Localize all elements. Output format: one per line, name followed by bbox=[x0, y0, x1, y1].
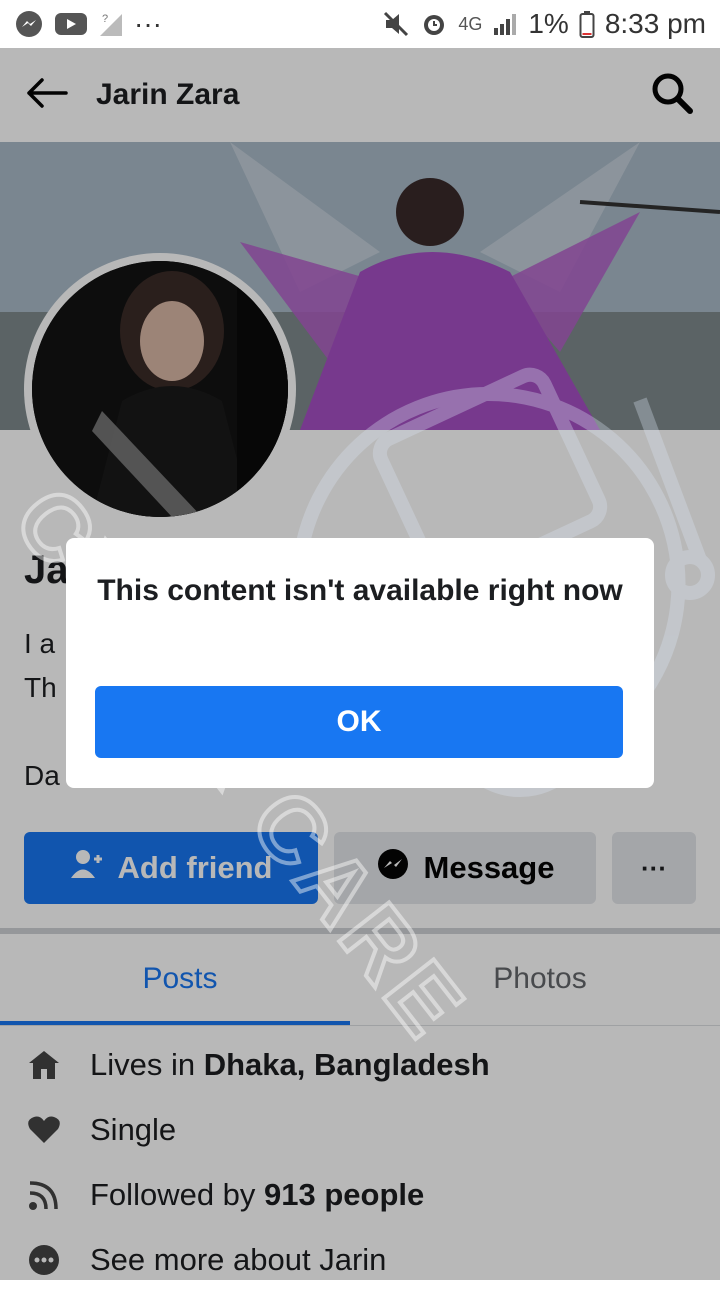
status-bar: ? ··· 4G 1% 8:33 pm bbox=[0, 0, 720, 48]
content-unavailable-dialog: This content isn't available right now O… bbox=[66, 538, 654, 788]
clock: 8:33 pm bbox=[604, 8, 706, 39]
status-right: 4G 1% 8:33 pm bbox=[382, 8, 706, 40]
status-left: ? ··· bbox=[14, 8, 162, 40]
battery-percent: 1% bbox=[528, 8, 569, 39]
battery-icon bbox=[579, 10, 595, 38]
signal-off-icon: ? bbox=[98, 10, 124, 38]
ok-button[interactable]: OK bbox=[95, 686, 623, 758]
dialog-message: This content isn't available right now bbox=[97, 574, 623, 607]
signal-icon bbox=[492, 12, 518, 36]
youtube-notification-icon bbox=[54, 11, 88, 37]
more-notifications: ··· bbox=[134, 8, 162, 39]
mute-icon bbox=[382, 10, 410, 38]
alarm-icon bbox=[420, 10, 448, 38]
svg-text:?: ? bbox=[102, 13, 108, 25]
messenger-notification-icon bbox=[14, 9, 44, 39]
network-type: 4G bbox=[458, 13, 483, 34]
